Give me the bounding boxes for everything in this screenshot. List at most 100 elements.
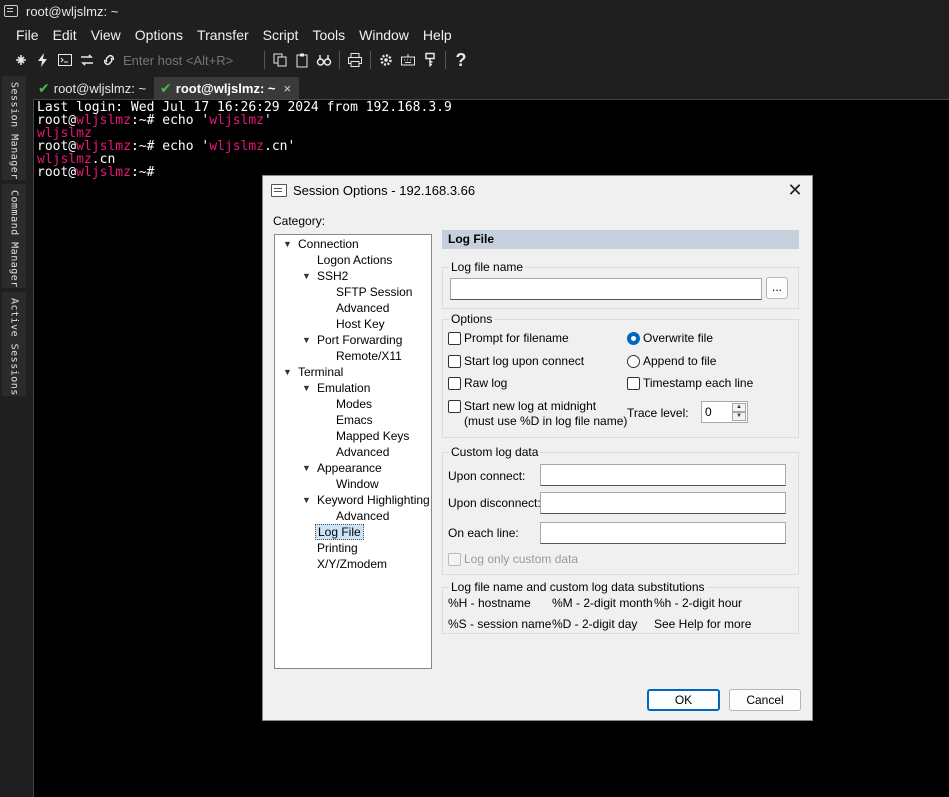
menu-bar: File Edit View Options Transfer Script T… — [0, 24, 459, 46]
toolbar-divider — [264, 51, 265, 69]
spinner-up-icon[interactable]: ▲ — [732, 403, 746, 412]
tab-close-icon[interactable]: × — [283, 81, 291, 96]
tree-item-ssh2[interactable]: ▼ SSH2 — [302, 268, 348, 284]
tree-item-ssh2-advanced[interactable]: Advanced — [336, 300, 389, 316]
menu-help[interactable]: Help — [416, 27, 459, 43]
dialog-app-icon — [271, 183, 287, 197]
start-log-upon-connect-checkbox[interactable]: Start log upon connect — [448, 354, 584, 369]
copy-icon[interactable] — [269, 49, 291, 71]
cancel-button[interactable]: Cancel — [729, 689, 801, 711]
browse-button[interactable]: ... — [766, 277, 788, 299]
upon-connect-label: Upon connect: — [448, 469, 526, 483]
tree-item-emacs[interactable]: Emacs — [336, 412, 373, 428]
substitutions-label: Log file name and custom log data substi… — [449, 580, 707, 594]
trace-level-label: Trace level: — [627, 406, 689, 420]
tree-item-appearance[interactable]: ▼ Appearance — [302, 460, 382, 476]
side-tab-session-manager[interactable]: Session Manager — [2, 76, 26, 180]
dialog-titlebar: Session Options - 192.168.3.66 — [263, 176, 812, 204]
host-input[interactable] — [120, 50, 260, 70]
connect-icon[interactable] — [10, 49, 32, 71]
tree-item-keyword-highlighting[interactable]: ▼ Keyword Highlighting — [302, 492, 430, 508]
side-dock: Session Manager Command Manager Active S… — [0, 76, 32, 797]
options-label: Options — [449, 312, 495, 326]
print-icon[interactable] — [344, 49, 366, 71]
tree-item-remote-x11[interactable]: Remote/X11 — [336, 348, 402, 364]
menu-file[interactable]: File — [9, 27, 46, 43]
terminal-app-icon — [4, 5, 18, 17]
help-icon[interactable]: ? — [450, 49, 472, 71]
menu-options[interactable]: Options — [128, 27, 190, 43]
upon-connect-input[interactable] — [540, 464, 786, 486]
session-tab-icon[interactable] — [54, 49, 76, 71]
tree-item-emulation[interactable]: ▼ Emulation — [302, 380, 370, 396]
tree-item-highlighting-advanced[interactable]: Advanced — [336, 508, 389, 524]
tree-item-log-file[interactable]: Log File — [315, 524, 364, 540]
disconnect-icon[interactable] — [98, 49, 120, 71]
panel-title: Log File — [442, 230, 799, 249]
keymap-icon[interactable] — [397, 49, 419, 71]
upon-disconnect-input[interactable] — [540, 492, 786, 514]
side-tab-active-sessions[interactable]: Active Sessions — [2, 292, 26, 396]
toolbar-divider — [370, 51, 371, 69]
tree-item-connection[interactable]: ▼ Connection — [283, 236, 359, 252]
subst-hostname: %H - hostname — [448, 596, 531, 610]
subst-help-note: See Help for more — [654, 617, 752, 631]
find-icon[interactable] — [313, 49, 335, 71]
menu-transfer[interactable]: Transfer — [190, 27, 256, 43]
connected-check-icon: ✔ — [160, 79, 172, 96]
menu-view[interactable]: View — [84, 27, 128, 43]
menu-window[interactable]: Window — [352, 27, 416, 43]
window-title: root@wljslmz: ~ — [26, 3, 119, 19]
session-tab-bar: ✔ root@wljslmz: ~ ✔ root@wljslmz: ~ × — [32, 75, 949, 99]
log-file-name-input[interactable] — [450, 278, 762, 300]
terminal-line: root@wljslmz:~# echo 'wljslmz' — [37, 113, 272, 128]
tree-item-host-key[interactable]: Host Key — [336, 316, 385, 332]
tree-item-mapped-keys[interactable]: Mapped Keys — [336, 428, 409, 444]
tree-item-printing[interactable]: Printing — [317, 540, 358, 556]
toolbar: ? — [0, 47, 949, 73]
session-tab[interactable]: ✔ root@wljslmz: ~ — [32, 77, 154, 99]
subst-day: %D - 2-digit day — [552, 617, 638, 631]
tree-item-terminal[interactable]: ▼ Terminal — [283, 364, 343, 380]
menu-edit[interactable]: Edit — [46, 27, 84, 43]
prompt-for-filename-checkbox[interactable]: Prompt for filename — [448, 331, 569, 346]
on-each-line-input[interactable] — [540, 522, 786, 544]
subst-hour: %h - 2-digit hour — [654, 596, 743, 610]
tree-item-emulation-advanced[interactable]: Advanced — [336, 444, 389, 460]
side-tab-command-manager[interactable]: Command Manager — [2, 184, 26, 288]
settings-icon[interactable] — [375, 49, 397, 71]
paste-icon[interactable] — [291, 49, 313, 71]
spinner-down-icon[interactable]: ▼ — [732, 412, 746, 421]
menu-tools[interactable]: Tools — [305, 27, 352, 43]
category-label: Category: — [273, 214, 326, 228]
trace-level-spinner[interactable]: 0 ▲ ▼ — [701, 401, 748, 423]
tree-item-window[interactable]: Window — [336, 476, 379, 492]
ok-button[interactable]: OK — [647, 689, 720, 711]
tree-item-xyzmodem[interactable]: X/Y/Zmodem — [317, 556, 387, 572]
connected-check-icon: ✔ — [38, 79, 50, 96]
reconnect-icon[interactable] — [76, 49, 98, 71]
toolbar-divider — [339, 51, 340, 69]
timestamp-each-line-checkbox[interactable]: Timestamp each line — [627, 376, 753, 391]
overwrite-file-radio[interactable]: Overwrite file — [627, 331, 713, 346]
on-each-line-label: On each line: — [448, 526, 519, 540]
dialog-close-icon[interactable]: ✕ — [786, 181, 804, 199]
start-new-log-at-midnight-checkbox[interactable]: Start new log at midnight (must use %D in… — [448, 399, 627, 429]
tree-item-modes[interactable]: Modes — [336, 396, 372, 412]
raw-log-checkbox[interactable]: Raw log — [448, 376, 507, 391]
session-tab-active[interactable]: ✔ root@wljslmz: ~ × — [154, 77, 300, 99]
subst-month: %M - 2-digit month — [552, 596, 653, 610]
key-icon[interactable] — [419, 49, 441, 71]
log-only-custom-data-checkbox: Log only custom data — [448, 552, 578, 567]
tree-item-port-forwarding[interactable]: ▼ Port Forwarding — [302, 332, 402, 348]
tree-item-sftp-session[interactable]: SFTP Session — [336, 284, 412, 300]
session-options-dialog: Session Options - 192.168.3.66 ✕ Categor… — [262, 175, 813, 721]
menu-script[interactable]: Script — [256, 27, 306, 43]
log-file-name-label: Log file name — [449, 260, 526, 274]
append-to-file-radio[interactable]: Append to file — [627, 354, 716, 369]
tree-item-logon-actions[interactable]: Logon Actions — [317, 252, 392, 268]
category-tree[interactable]: ▼ Connection Logon Actions ▼ SSH2 SFTP Ses… — [274, 234, 432, 669]
quick-connect-icon[interactable] — [32, 49, 54, 71]
custom-log-data-label: Custom log data — [449, 445, 541, 459]
dialog-title: Session Options - 192.168.3.66 — [293, 182, 476, 198]
